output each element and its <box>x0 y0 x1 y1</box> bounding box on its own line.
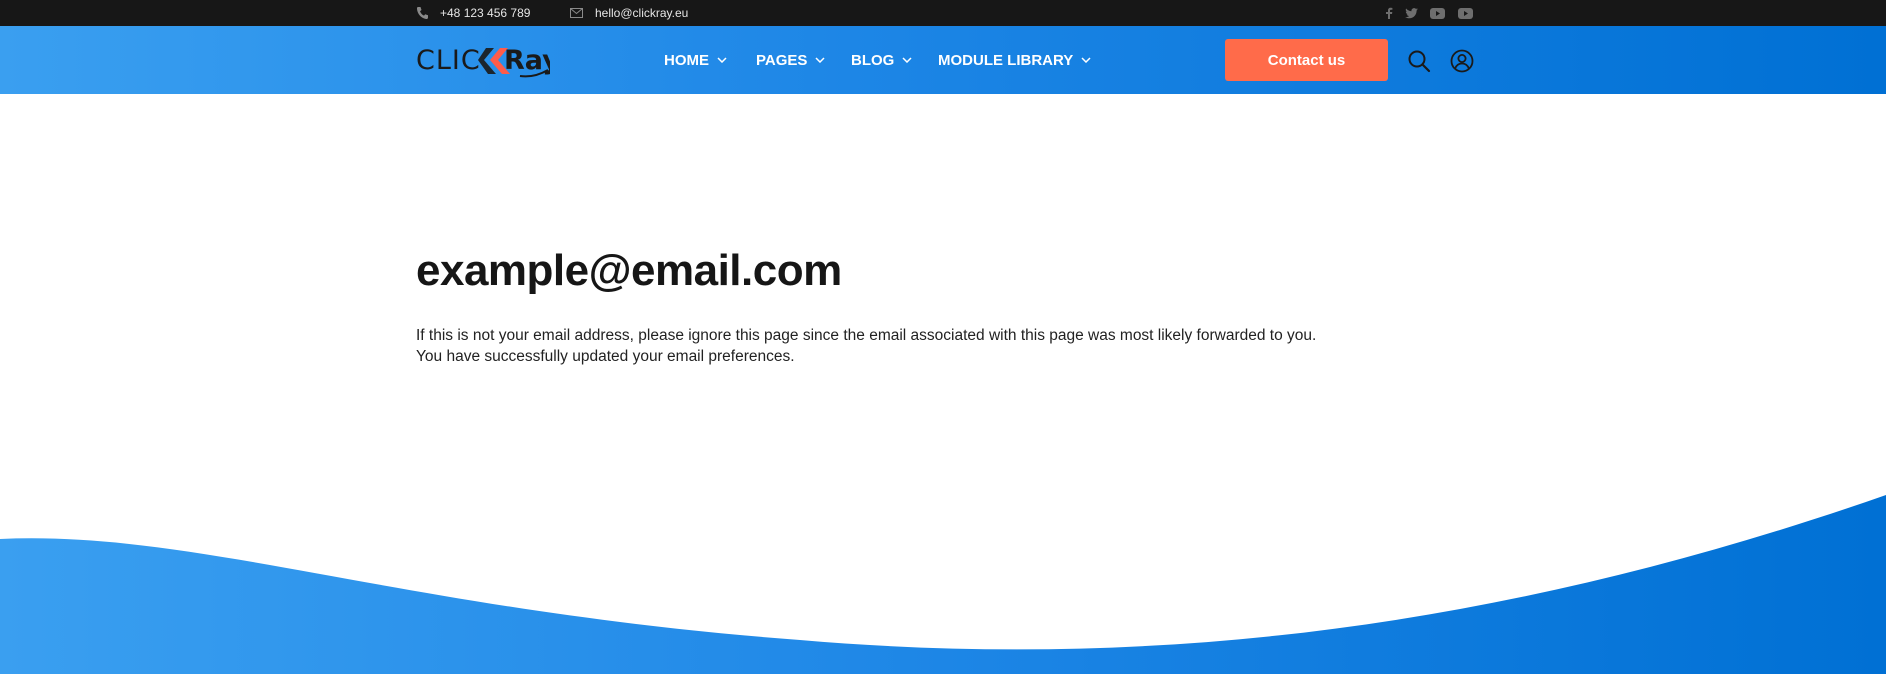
info-message: If this is not your email address, pleas… <box>416 327 1317 344</box>
chevron-down-icon <box>717 57 727 63</box>
nav-pages[interactable]: PAGES <box>756 26 825 94</box>
chevron-down-icon <box>902 57 912 63</box>
nav-home[interactable]: HOME <box>664 26 727 94</box>
twitter-icon[interactable] <box>1403 5 1419 21</box>
chevron-down-icon <box>1081 57 1091 63</box>
nav-blog[interactable]: BLOG <box>851 26 912 94</box>
mail-icon <box>570 8 583 18</box>
nav-module-library-label: MODULE LIBRARY <box>938 51 1074 69</box>
svg-text:Ray: Ray <box>504 45 550 76</box>
main-header: CLIC Ray HOME PAGES BLOG MODULE LIBRARY … <box>0 26 1886 94</box>
nav-pages-label: PAGES <box>756 51 808 69</box>
svg-text:CLIC: CLIC <box>416 45 481 76</box>
email-contact[interactable]: hello@clickray.eu <box>570 0 688 26</box>
top-bar: +48 123 456 789 hello@clickray.eu <box>0 0 1886 26</box>
phone-contact[interactable]: +48 123 456 789 <box>416 0 530 26</box>
facebook-icon[interactable] <box>1381 5 1397 21</box>
search-icon[interactable] <box>1406 48 1432 74</box>
youtube-icon-2[interactable] <box>1457 5 1473 21</box>
phone-icon <box>416 7 428 20</box>
phone-text: +48 123 456 789 <box>440 6 531 20</box>
contact-us-button[interactable]: Contact us <box>1225 39 1388 81</box>
nav-home-label: HOME <box>664 51 709 69</box>
nav-blog-label: BLOG <box>851 51 895 69</box>
chevron-down-icon <box>815 57 825 63</box>
footer-wave <box>0 495 1886 674</box>
user-icon[interactable] <box>1449 48 1475 74</box>
youtube-icon[interactable] <box>1429 5 1445 21</box>
email-text: hello@clickray.eu <box>595 6 689 20</box>
nav-module-library[interactable]: MODULE LIBRARY <box>938 26 1091 94</box>
clickray-logo: CLIC Ray <box>416 45 550 78</box>
logo[interactable]: CLIC Ray <box>416 42 550 78</box>
success-message: You have successfully updated your email… <box>416 348 795 365</box>
page-title: example@email.com <box>416 246 842 295</box>
